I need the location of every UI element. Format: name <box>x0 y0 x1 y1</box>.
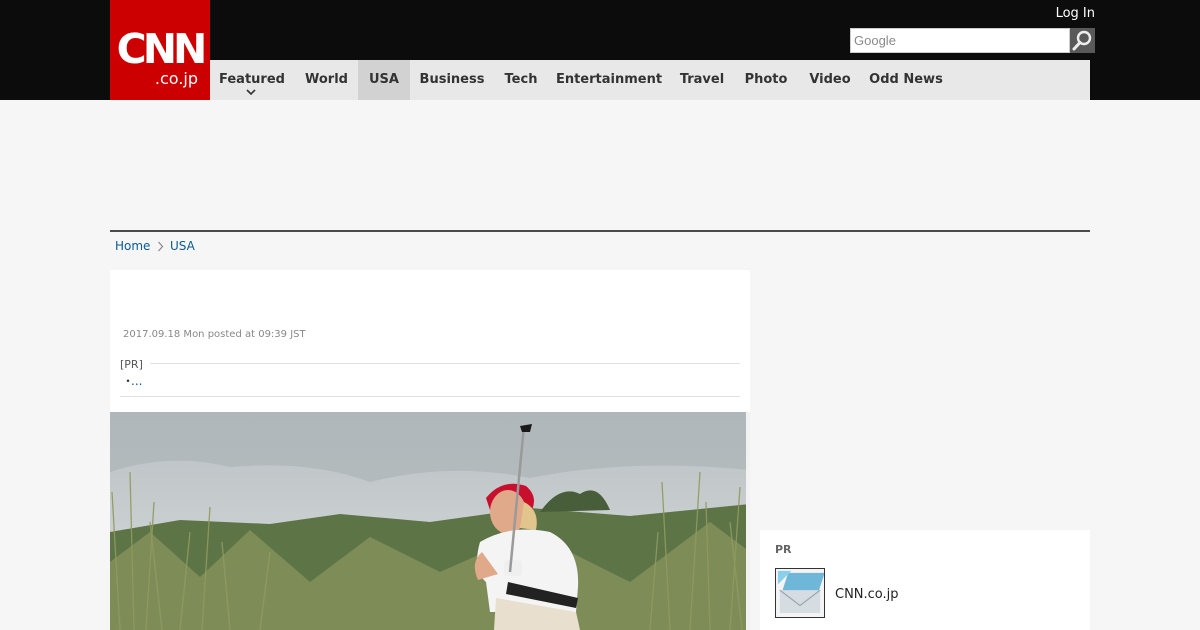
pr-link[interactable]: ... <box>131 374 142 388</box>
pr-divider-top <box>150 363 740 364</box>
chevron-right-icon <box>158 241 164 252</box>
sidebar-pr-thumbnail[interactable] <box>775 568 825 618</box>
sidebar-pr-label: PR <box>775 543 792 556</box>
sidebar-pr-link[interactable]: CNN.co.jp <box>835 587 899 602</box>
article-photo <box>110 412 750 630</box>
nav-item-travel[interactable]: Travel <box>670 60 734 100</box>
breadcrumb-home[interactable]: Home <box>115 238 150 254</box>
sidebar-pr-box: PR CNN.co.jp <box>760 530 1090 630</box>
pr-divider-bottom <box>120 396 740 397</box>
chevron-down-icon <box>246 89 256 96</box>
nav-item-featured[interactable]: Featured <box>210 60 294 100</box>
section-divider <box>110 230 1090 232</box>
nav-item-world[interactable]: World <box>294 60 359 100</box>
logo-sub-text: .co.jp <box>154 69 198 88</box>
article-dateline: 2017.09.18 Mon posted at 09:39 JST <box>123 329 306 340</box>
login-link[interactable]: Log In <box>1040 6 1095 22</box>
search-input[interactable] <box>850 28 1070 53</box>
nav-item-usa[interactable]: USA <box>358 60 410 100</box>
nav-item-business[interactable]: Business <box>410 60 494 100</box>
breadcrumb-usa[interactable]: USA <box>170 238 195 254</box>
main-nav: Featured World USA Business Tech Enterta… <box>210 60 1090 100</box>
nav-item-photo[interactable]: Photo <box>734 60 798 100</box>
magnifier-icon <box>1072 30 1092 51</box>
pr-label: [PR] <box>120 358 143 371</box>
nav-item-entertainment[interactable]: Entertainment <box>548 60 670 100</box>
nav-item-video[interactable]: Video <box>798 60 862 100</box>
article-card: 2017.09.18 Mon posted at 09:39 JST [PR] … <box>110 270 750 630</box>
nav-item-odd-news[interactable]: Odd News <box>862 60 950 100</box>
cnn-logo[interactable]: CNN .co.jp <box>110 0 210 100</box>
search-button[interactable] <box>1070 28 1095 53</box>
nav-item-label: Featured <box>219 72 285 87</box>
nav-item-tech[interactable]: Tech <box>494 60 548 100</box>
